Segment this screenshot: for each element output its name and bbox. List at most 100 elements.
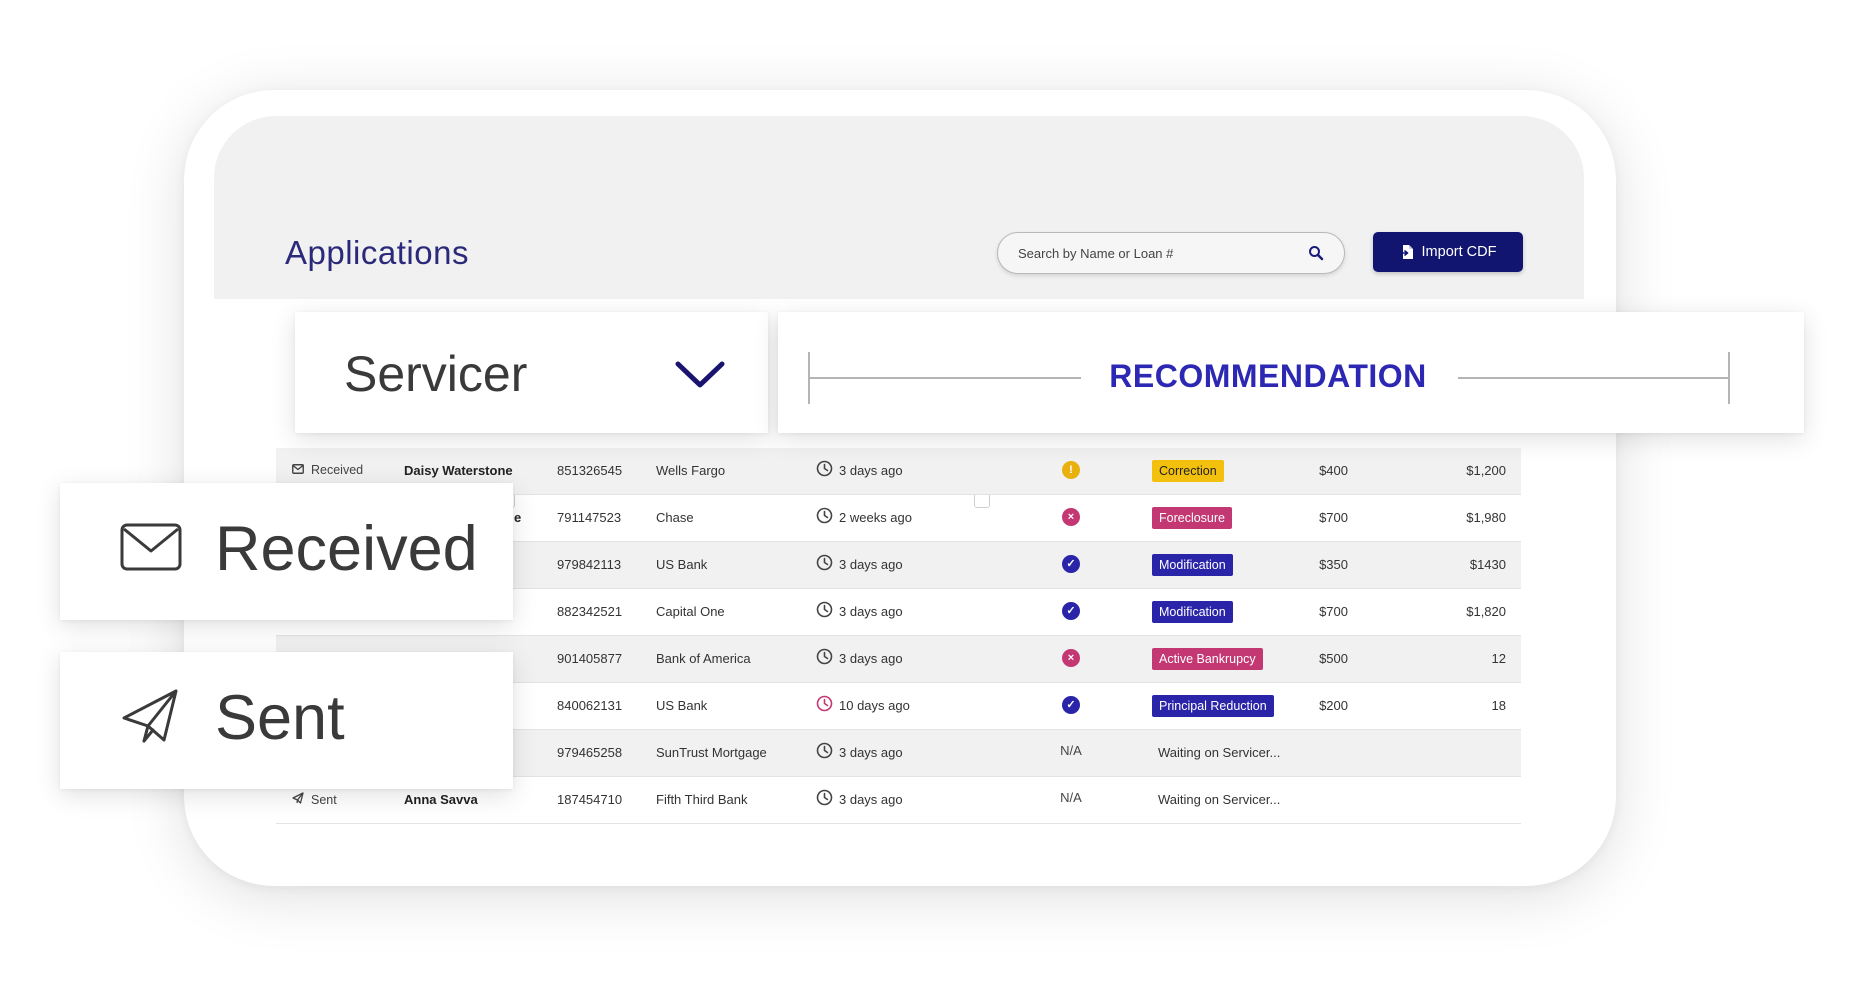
search-icon[interactable] [1308, 245, 1324, 261]
envelope-icon [292, 463, 304, 477]
amount-cell: $500 [1319, 651, 1348, 666]
recommendation-status: Waiting on Servicer... [1158, 745, 1281, 760]
clock-icon [816, 695, 833, 715]
recommendation-cell: Principal Reduction [1152, 695, 1274, 717]
status-label: Sent [311, 792, 337, 807]
servicer-name: US Bank [656, 557, 708, 572]
check-icon: ✓ [1062, 555, 1080, 573]
received-card[interactable]: Received [60, 483, 513, 620]
loan-number: 901405877 [557, 651, 623, 666]
applicant-name[interactable]: Anna Savva [404, 792, 478, 807]
recommendation-cell: Correction [1152, 460, 1224, 482]
time-cell: 3 days ago [816, 554, 903, 574]
status-cell: Sent [292, 792, 337, 807]
servicer-name: US Bank [656, 698, 708, 713]
clock-icon [816, 648, 833, 668]
status-label: Received [311, 463, 364, 477]
total-cell: 18 [1491, 698, 1506, 713]
time-cell: 3 days ago [816, 460, 903, 480]
recommendation-header: RECOMMENDATION [778, 312, 1804, 433]
amount-cell: $200 [1319, 698, 1348, 713]
sent-label: Sent [215, 683, 345, 753]
check-icon: ✓ [1062, 696, 1080, 714]
indicator-cell: N/A [1051, 743, 1091, 758]
indicator-cell: ✓ [1051, 696, 1091, 714]
time-ago: 3 days ago [839, 650, 903, 666]
time-cell: 3 days ago [816, 789, 903, 809]
servicer-filter-dropdown[interactable]: Servicer [295, 312, 768, 433]
loan-number: 979465258 [557, 745, 623, 760]
recommendation-badge[interactable]: Principal Reduction [1152, 695, 1274, 717]
applicant-name[interactable]: Daisy Waterstone [404, 463, 513, 478]
indicator-cell: ✓ [1051, 602, 1091, 620]
amount-cell: $400 [1319, 463, 1348, 478]
recommendation-badge[interactable]: Modification [1152, 601, 1233, 623]
recommendation-label: RECOMMENDATION [1109, 358, 1427, 394]
bracket-tick-right [1728, 352, 1730, 404]
page-title: Applications [285, 234, 469, 271]
cross-icon: × [1062, 649, 1080, 667]
loan-number: 979842113 [557, 557, 622, 572]
servicer-name: Capital One [656, 604, 725, 619]
stage: Applications Import CDF Received Daisy Wa… [0, 0, 1857, 987]
amount-cell: $700 [1319, 510, 1348, 525]
recommendation-cell: Modification [1152, 601, 1233, 623]
time-ago: 2 weeks ago [839, 509, 912, 525]
loan-number: 187454710 [557, 792, 623, 807]
indicator-cell: N/A [1051, 790, 1091, 805]
total-cell: $1,980 [1466, 510, 1506, 525]
sent-card[interactable]: Sent [60, 652, 513, 789]
indicator-na: N/A [1060, 743, 1082, 758]
servicer-name: Chase [656, 510, 694, 525]
total-cell: 12 [1491, 651, 1506, 666]
recommendation-cell: Waiting on Servicer... [1152, 745, 1280, 760]
clock-icon [816, 554, 833, 574]
applicant-name-fragment: e [514, 510, 522, 525]
time-ago: 3 days ago [839, 603, 903, 619]
search-input[interactable] [1018, 243, 1298, 263]
clock-icon [816, 601, 833, 621]
amount-cell: $350 [1319, 557, 1348, 572]
recommendation-badge[interactable]: Foreclosure [1152, 507, 1232, 529]
paper-plane-icon [122, 689, 178, 743]
recommendation-cell: Waiting on Servicer... [1152, 792, 1280, 807]
indicator-cell: × [1051, 649, 1091, 667]
servicer-name: SunTrust Mortgage [656, 745, 767, 760]
recommendation-badge[interactable]: Active Bankrupcy [1152, 648, 1263, 670]
recommendation-cell: Modification [1152, 554, 1233, 576]
loan-number: 882342521 [557, 604, 623, 619]
total-cell: $1,820 [1466, 604, 1506, 619]
import-cdf-button[interactable]: Import CDF [1373, 232, 1523, 272]
time-ago: 3 days ago [839, 744, 903, 760]
loan-number: 791147523 [557, 510, 622, 525]
chevron-down-icon[interactable] [675, 360, 725, 390]
total-cell: $1,200 [1466, 463, 1506, 478]
time-ago: 3 days ago [839, 556, 903, 572]
cross-icon: × [1062, 508, 1080, 526]
time-ago: 3 days ago [839, 791, 903, 807]
servicer-name: Bank of America [656, 651, 751, 666]
envelope-icon [120, 523, 182, 571]
received-label: Received [215, 514, 478, 584]
recommendation-status: Waiting on Servicer... [1158, 792, 1281, 807]
total-cell: $1430 [1469, 557, 1506, 572]
bracket-line-left [808, 377, 1081, 379]
clock-icon [816, 742, 833, 762]
warning-icon: ! [1062, 461, 1080, 479]
indicator-cell: × [1051, 508, 1091, 526]
search-box[interactable] [997, 232, 1345, 274]
bracket-line-right [1458, 377, 1730, 379]
import-cdf-label: Import CDF [1421, 244, 1497, 260]
indicator-cell: ✓ [1051, 555, 1091, 573]
recommendation-badge[interactable]: Modification [1152, 554, 1233, 576]
status-cell: Received [292, 463, 363, 477]
servicer-label: Servicer [344, 346, 528, 402]
indicator-na: N/A [1060, 790, 1082, 805]
recommendation-badge[interactable]: Correction [1152, 460, 1224, 482]
amount-cell: $700 [1319, 604, 1348, 619]
time-ago: 10 days ago [839, 697, 910, 713]
recommendation-cell: Foreclosure [1152, 507, 1232, 529]
clock-icon [816, 507, 833, 527]
time-cell: 2 weeks ago [816, 507, 912, 527]
indicator-cell: ! [1051, 461, 1091, 479]
